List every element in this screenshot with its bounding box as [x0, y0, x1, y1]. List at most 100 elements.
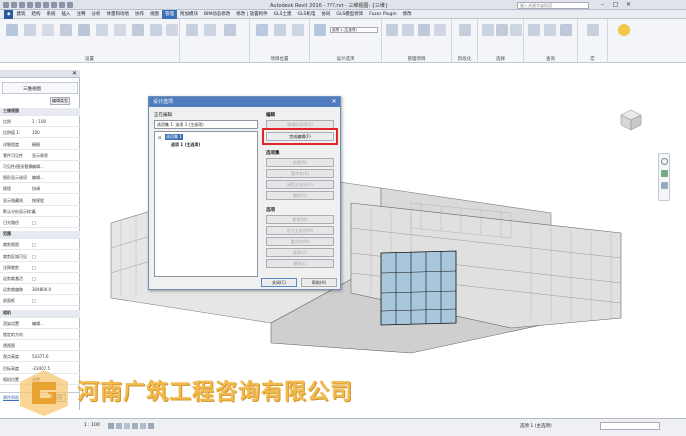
property-value[interactable]: □	[32, 220, 36, 226]
global-parameters-icon[interactable]	[114, 24, 126, 36]
starting-view-icon[interactable]	[418, 24, 430, 36]
property-value[interactable]: 304800.0	[32, 287, 51, 293]
navigation-bar[interactable]	[658, 153, 670, 201]
property-value[interactable]: 显示原状	[32, 153, 48, 159]
tab-fuzor[interactable]: Fuzor Plugin	[366, 10, 399, 19]
phases-icon[interactable]	[459, 24, 471, 36]
coordinates-icon[interactable]	[274, 24, 286, 36]
property-value[interactable]: 1 : 100	[32, 119, 46, 125]
tab-analyze[interactable]: 分析	[88, 10, 103, 19]
design-options-icon[interactable]	[314, 24, 326, 36]
manage-links-icon[interactable]	[402, 24, 414, 36]
ids-of-selection-icon[interactable]	[528, 24, 540, 36]
warnings-icon[interactable]	[560, 24, 572, 36]
tab-insert[interactable]: 插入	[58, 10, 73, 19]
status-design-option[interactable]: 选项 1 (主选项)	[520, 423, 552, 429]
manage-images-icon[interactable]	[386, 24, 398, 36]
type-selector[interactable]: 三维视图	[2, 82, 78, 94]
additional-settings-icon[interactable]	[224, 24, 236, 36]
property-value[interactable]: □	[32, 276, 36, 282]
edit-type-button[interactable]: 编辑类型	[50, 97, 70, 105]
property-section[interactable]: 相机	[0, 309, 80, 318]
transfer-standards-icon[interactable]	[132, 24, 144, 36]
tab-collaborate[interactable]: 协作	[132, 10, 147, 19]
select-by-id-icon[interactable]	[544, 24, 556, 36]
view-scale[interactable]: 1 : 100	[84, 423, 100, 428]
property-value[interactable]: 精细	[32, 142, 40, 148]
print-icon[interactable]	[35, 2, 41, 8]
property-section[interactable]: 范围	[0, 231, 80, 240]
view-cube[interactable]	[617, 107, 645, 133]
rename-set-button[interactable]: 重命名(R)	[266, 169, 334, 178]
minimize-icon[interactable]: –	[598, 1, 607, 9]
new-set-button[interactable]: 新建(N)	[266, 158, 334, 167]
property-value[interactable]: □	[32, 298, 36, 304]
text-icon[interactable]	[51, 2, 57, 8]
crop-view-icon[interactable]	[140, 423, 146, 429]
tab-file[interactable]: ◆	[4, 9, 14, 19]
property-value[interactable]: 编辑...	[32, 164, 44, 170]
purge-icon[interactable]	[150, 24, 162, 36]
zoom-icon[interactable]	[661, 170, 668, 177]
edit-selection-icon[interactable]	[510, 24, 522, 36]
search-input[interactable]: 键入关键字或短语	[517, 2, 589, 9]
tab-modify[interactable]: 修改	[400, 10, 415, 19]
undo-icon[interactable]	[19, 2, 25, 8]
structural-settings-icon[interactable]	[166, 24, 178, 36]
property-value[interactable]: 按规程	[32, 198, 44, 204]
3d-view-icon[interactable]	[59, 2, 65, 8]
dialog-close-icon[interactable]: ✕	[329, 98, 339, 106]
close-icon[interactable]: ✕	[624, 1, 633, 9]
property-value[interactable]: □	[32, 265, 36, 271]
properties-help-link[interactable]: 属性帮助	[3, 395, 19, 401]
shared-parameters-icon[interactable]	[96, 24, 108, 36]
macro-security-icon[interactable]	[618, 24, 630, 36]
materials-icon[interactable]	[6, 24, 18, 36]
close-icon[interactable]: ✕	[72, 70, 77, 78]
property-value[interactable]: □	[32, 242, 36, 248]
macro-manager-icon[interactable]	[587, 24, 599, 36]
delete-option-button[interactable]: 删除(L)	[266, 259, 334, 268]
property-value[interactable]: 100	[32, 130, 40, 136]
new-option-button[interactable]: 新建(W)	[266, 215, 334, 224]
property-value[interactable]: □	[32, 254, 36, 260]
property-value[interactable]: 协调	[32, 186, 40, 192]
open-icon[interactable]	[3, 2, 9, 8]
tree-expand-icon[interactable]: ⊟	[158, 135, 161, 140]
options-tree[interactable]: ⊟ 选项集 1 选项 1 (主选项)	[154, 131, 258, 277]
steering-wheel-icon[interactable]	[661, 158, 668, 165]
mep-settings-icon[interactable]	[186, 24, 198, 36]
tab-modify-place[interactable]: 修改 | 放置构件	[233, 10, 270, 19]
filter-selection-box[interactable]	[600, 422, 660, 430]
tree-item-option-set[interactable]: 选项集 1	[165, 134, 183, 140]
tab-view[interactable]: 视图	[147, 10, 162, 19]
property-value[interactable]: 无	[32, 209, 36, 215]
object-styles-icon[interactable]	[24, 24, 36, 36]
decal-types-icon[interactable]	[434, 24, 446, 36]
sun-path-icon[interactable]	[124, 423, 130, 429]
make-primary-button[interactable]: 设为主选项(M)	[266, 226, 334, 235]
delete-set-button[interactable]: 删除(D)	[266, 191, 334, 200]
design-option-dropdown[interactable]: 选项 1 (主选项)	[330, 27, 378, 33]
location-icon[interactable]	[256, 24, 268, 36]
tab-bim[interactable]: BIM动态修改	[201, 10, 233, 19]
tab-gls-mep[interactable]: GLS机电	[295, 10, 319, 19]
tab-manage[interactable]: 管理	[161, 9, 177, 19]
tab-cowork[interactable]: 协同	[318, 10, 333, 19]
section-icon[interactable]	[67, 2, 73, 8]
load-selection-icon[interactable]	[496, 24, 508, 36]
property-section[interactable]: 三维视图	[0, 108, 80, 116]
position-icon[interactable]	[292, 24, 304, 36]
property-value[interactable]: 编辑...	[32, 321, 44, 327]
close-button[interactable]: 关闭(C)	[261, 278, 297, 287]
rename-option-button[interactable]: 重命名(M)	[266, 237, 334, 246]
maximize-icon[interactable]: □	[611, 1, 620, 9]
tab-addins[interactable]: 附加模块	[177, 10, 201, 19]
quick-access-toolbar[interactable]	[3, 2, 73, 8]
tree-item-option[interactable]: 选项 1 (主选项)	[171, 142, 200, 148]
panel-schedule-icon[interactable]	[204, 24, 216, 36]
shadows-icon[interactable]	[132, 423, 138, 429]
visual-style-icon[interactable]	[116, 423, 122, 429]
tab-annotate[interactable]: 注释	[73, 10, 88, 19]
tab-gls-model[interactable]: GLS模型修饰	[333, 10, 366, 19]
